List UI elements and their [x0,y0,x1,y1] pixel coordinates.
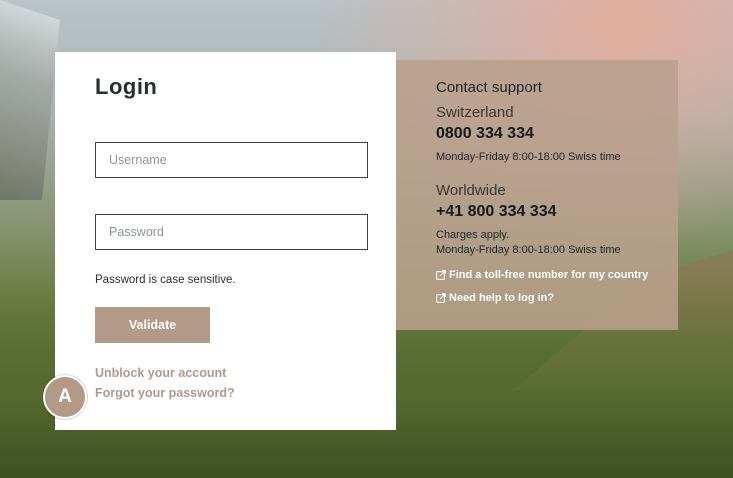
region-name: Switzerland [436,104,514,121]
charges-note: Charges apply. [436,229,510,241]
unblock-account-link[interactable]: Unblock your account [95,366,226,380]
login-help-link[interactable]: Need help to log in? [436,292,554,304]
login-card: Login Password is case sensitive. Valida… [55,52,396,430]
toll-free-number-link[interactable]: Find a toll-free number for my country [436,269,648,281]
forgot-password-link[interactable]: Forgot your password? [95,386,235,400]
contact-support-panel: Contact support Switzerland 0800 334 334… [396,60,678,330]
support-hours: Monday-Friday 8:00-18:00 Swiss time [436,244,621,256]
username-input[interactable] [95,142,368,178]
password-hint: Password is case sensitive. [95,274,236,286]
page-title: Login [95,74,158,99]
avatar[interactable]: A [43,375,87,419]
phone-number: +41 800 334 334 [436,203,557,220]
login-help-link-label: Need help to log in? [449,292,555,304]
region-name: Worldwide [436,182,506,199]
external-link-icon [436,270,446,280]
external-link-icon [436,293,446,303]
support-heading: Contact support [436,79,542,96]
phone-number: 0800 334 334 [436,125,534,142]
support-hours: Monday-Friday 8:00-18:00 Swiss time [436,151,621,163]
validate-button[interactable]: Validate [95,307,210,343]
password-input[interactable] [95,214,368,250]
toll-free-link-label: Find a toll-free number for my country [449,269,649,281]
